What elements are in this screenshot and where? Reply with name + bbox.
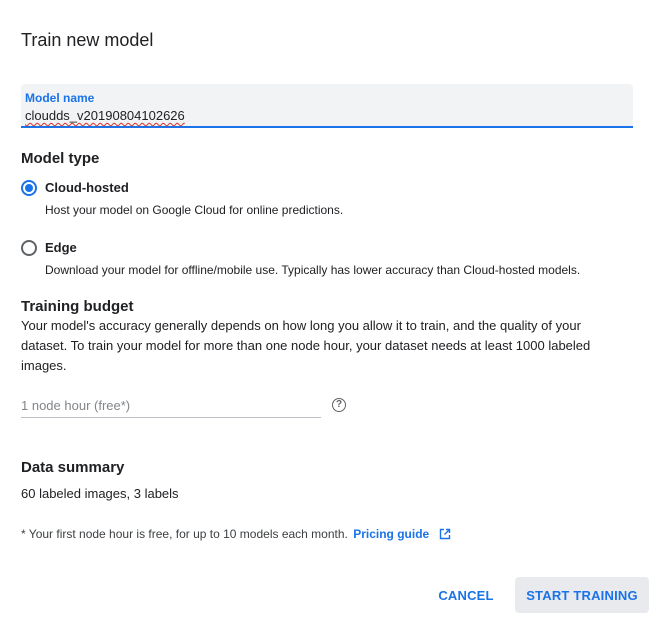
pricing-guide-link[interactable]: Pricing guide [353,527,450,541]
training-budget-line-2: dataset. To train your model for more th… [21,338,591,353]
cloud-hosted-label[interactable]: Cloud-hosted [45,180,129,195]
training-budget-heading: Training budget [21,298,134,315]
pricing-guide-label[interactable]: Pricing guide [353,527,429,541]
model-type-heading: Model type [21,150,100,167]
help-circle-icon[interactable]: ? [332,398,346,412]
model-name-label: Model name [25,91,95,105]
open-in-new-icon[interactable] [439,528,451,540]
node-hour-input[interactable]: 1 node hour (free*) [21,396,321,418]
training-budget-description: Your model's accuracy generally depends … [21,316,621,376]
edge-label[interactable]: Edge [45,240,77,255]
footnote-text: * Your first node hour is free, for up t… [21,527,348,541]
node-hour-placeholder: 1 node hour (free*) [21,398,131,413]
training-budget-line-3: images. [21,358,67,373]
start-training-button[interactable]: START TRAINING [515,577,649,613]
cloud-hosted-description: Host your model on Google Cloud for onli… [45,203,344,217]
data-summary-heading: Data summary [21,459,125,476]
model-name-field[interactable]: Model name cloudds_v20190804102626 [21,84,633,128]
footnote: * Your first node hour is free, for up t… [21,527,451,541]
dialog-title: Train new model [21,30,154,50]
model-name-input[interactable]: cloudds_v20190804102626 [25,108,185,123]
cloud-hosted-radio[interactable] [21,180,37,196]
cancel-button[interactable]: CANCEL [432,577,500,613]
data-summary-text: 60 labeled images, 3 labels [21,486,179,501]
edge-radio[interactable] [21,240,37,256]
training-budget-line-1: Your model's accuracy generally depends … [21,318,581,333]
edge-description: Download your model for offline/mobile u… [45,263,581,277]
